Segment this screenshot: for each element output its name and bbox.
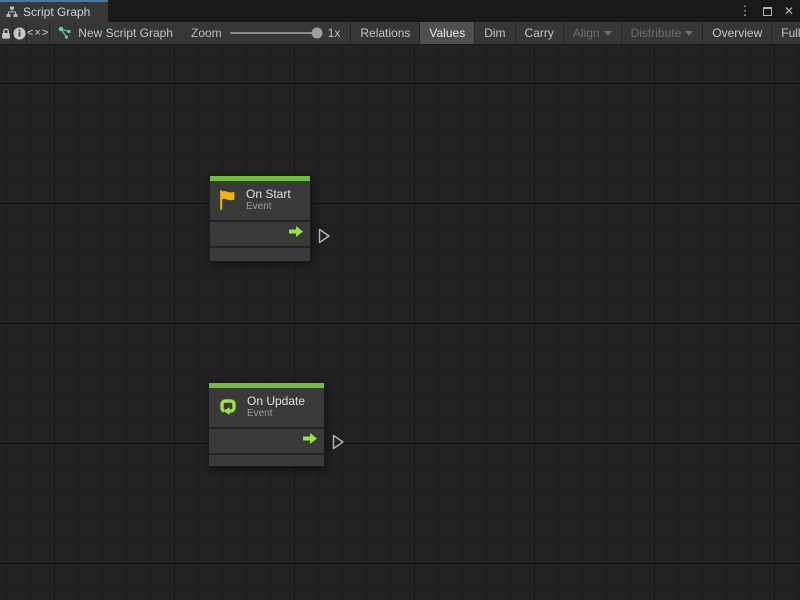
zoom-slider-handle[interactable]: [311, 28, 322, 39]
window-tab-bar: Script Graph ⋮ ✕: [0, 0, 800, 22]
node-subtitle: Event: [246, 201, 291, 213]
button-label: Carry: [525, 26, 554, 40]
close-icon: ✕: [784, 4, 794, 18]
toggle-relations-button[interactable]: Relations: [351, 22, 420, 44]
node-on-update[interactable]: On Update Event: [208, 382, 325, 467]
button-label: Distribute: [631, 26, 682, 40]
zoom-control: Zoom 1x: [185, 22, 351, 44]
graph-canvas[interactable]: On Start Event: [0, 45, 800, 600]
trigger-output-arrow-icon[interactable]: [288, 225, 304, 243]
button-label: Full Screen: [781, 26, 800, 40]
chevron-down-icon: [604, 31, 612, 36]
kebab-menu-icon: ⋮: [739, 3, 752, 19]
maximize-button[interactable]: [756, 0, 778, 22]
node-titles: On Start Event: [246, 187, 291, 213]
code-icon: <×>: [27, 27, 49, 39]
tab-script-graph[interactable]: Script Graph: [0, 0, 108, 22]
preview-code-button[interactable]: <×>: [27, 22, 50, 44]
node-port-row: [210, 220, 310, 248]
graph-breadcrumb-label: New Script Graph: [78, 26, 173, 40]
fullscreen-button[interactable]: Full Screen: [772, 22, 800, 44]
button-label: Dim: [484, 26, 505, 40]
graph-toolbar: <×> New Script Graph Zoom 1x Relations V…: [0, 22, 800, 45]
distribute-dropdown-button[interactable]: Distribute: [622, 22, 704, 44]
script-graph-icon: [6, 6, 18, 18]
tab-title: Script Graph: [23, 5, 90, 19]
loop-icon: [216, 395, 240, 419]
inspect-button[interactable]: [13, 22, 27, 44]
trigger-output-port[interactable]: [332, 434, 345, 455]
node-footer: [210, 248, 310, 257]
lock-icon: [0, 27, 12, 40]
graph-breadcrumb-button[interactable]: New Script Graph: [50, 22, 185, 44]
align-dropdown-button[interactable]: Align: [564, 22, 622, 44]
node-header: On Start Event: [210, 181, 310, 220]
trigger-output-port[interactable]: [318, 228, 331, 249]
node-footer: [209, 455, 324, 464]
toggle-carry-button[interactable]: Carry: [516, 22, 564, 44]
window-controls: ⋮ ✕: [734, 0, 800, 22]
zoom-value: 1x: [328, 26, 341, 40]
node-header: On Update Event: [209, 388, 324, 427]
maximize-icon: [763, 7, 772, 16]
toggle-dim-button[interactable]: Dim: [475, 22, 515, 44]
info-icon: [13, 27, 26, 40]
button-label: Align: [573, 26, 600, 40]
node-titles: On Update Event: [247, 394, 305, 420]
node-title: On Start: [246, 187, 291, 201]
button-label: Values: [429, 26, 465, 40]
close-button[interactable]: ✕: [778, 0, 800, 22]
node-port-row: [209, 427, 324, 455]
lock-button[interactable]: [0, 22, 13, 44]
button-label: Relations: [360, 26, 410, 40]
node-title: On Update: [247, 394, 305, 408]
zoom-slider[interactable]: [230, 32, 320, 34]
chevron-down-icon: [685, 31, 693, 36]
toggle-values-button[interactable]: Values: [420, 22, 475, 44]
trigger-output-arrow-icon[interactable]: [302, 432, 318, 450]
button-label: Overview: [712, 26, 762, 40]
flag-icon: [217, 188, 239, 212]
window-menu-button[interactable]: ⋮: [734, 0, 756, 22]
new-script-graph-icon: [58, 26, 72, 40]
overview-button[interactable]: Overview: [703, 22, 772, 44]
node-subtitle: Event: [247, 408, 305, 420]
zoom-label: Zoom: [191, 26, 222, 40]
node-on-start[interactable]: On Start Event: [209, 175, 311, 262]
